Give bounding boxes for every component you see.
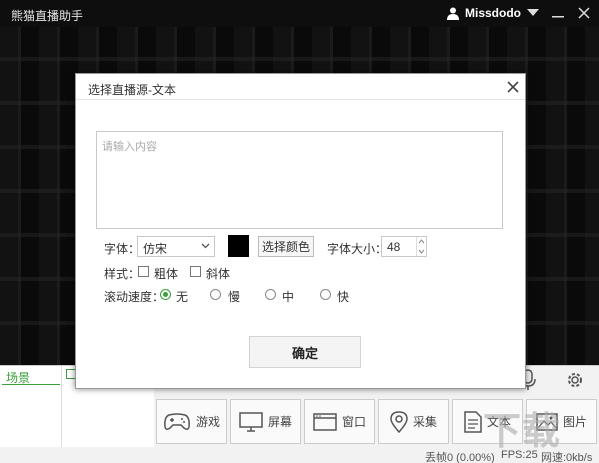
style-label: 样式： bbox=[104, 267, 141, 281]
source-capture-button[interactable]: 采集 bbox=[378, 399, 449, 444]
window-icon bbox=[313, 412, 337, 431]
user-name: Missdodo bbox=[465, 6, 521, 20]
speed-fast-label: 快 bbox=[337, 290, 350, 304]
dropdown-button[interactable] bbox=[525, 5, 541, 21]
source-window-button[interactable]: 窗口 bbox=[304, 399, 375, 444]
speed-medium-label: 中 bbox=[282, 290, 295, 304]
watermark: 下载 bbox=[483, 411, 562, 453]
scene-underline bbox=[2, 384, 60, 385]
bold-label: 粗体 bbox=[154, 267, 179, 281]
close-icon[interactable] bbox=[507, 81, 519, 93]
gear-icon[interactable] bbox=[565, 369, 585, 391]
speed-slow-radio[interactable] bbox=[210, 289, 221, 300]
italic-checkbox[interactable] bbox=[190, 266, 201, 277]
font-size-value: 48 bbox=[387, 240, 401, 254]
user-icon bbox=[447, 7, 459, 20]
gamepad-icon bbox=[164, 412, 190, 430]
close-button[interactable] bbox=[576, 5, 592, 21]
confirm-button[interactable]: 确定 bbox=[249, 336, 361, 368]
app-title: 熊猫直播助手 bbox=[11, 9, 84, 23]
stepper-arrows[interactable] bbox=[416, 237, 426, 256]
bold-checkbox[interactable] bbox=[138, 266, 149, 277]
stepper-up-icon[interactable] bbox=[417, 237, 426, 246]
font-size-label: 字体大小： bbox=[327, 242, 388, 256]
source-screen-label: 屏幕 bbox=[267, 415, 292, 429]
text-source-dialog: 选择直播源-文本 字体： 仿宋 选择颜色 字体大小： 48 样式： 粗体 斜体 … bbox=[75, 73, 526, 389]
minimize-button[interactable] bbox=[550, 5, 566, 21]
stepper-down-icon[interactable] bbox=[417, 247, 426, 256]
minimize-icon bbox=[552, 16, 564, 18]
font-size-stepper[interactable]: 48 bbox=[381, 236, 427, 257]
chevron-down-icon bbox=[201, 243, 210, 249]
speed-none-radio[interactable] bbox=[160, 289, 171, 300]
source-screen-button[interactable]: 屏幕 bbox=[230, 399, 301, 444]
speed-none-label: 无 bbox=[176, 290, 189, 304]
dialog-header: 选择直播源-文本 bbox=[76, 74, 525, 100]
monitor-icon bbox=[239, 411, 263, 432]
font-select[interactable]: 仿宋 bbox=[137, 236, 215, 257]
speed-medium-radio[interactable] bbox=[265, 289, 276, 300]
speed-slow-label: 慢 bbox=[228, 290, 241, 304]
title-bar: 熊猫直播助手 Missdodo bbox=[0, 0, 599, 27]
font-color-swatch[interactable] bbox=[228, 235, 249, 257]
scene-panel[interactable]: 场景 bbox=[0, 366, 62, 448]
choose-color-button[interactable]: 选择颜色 bbox=[258, 236, 314, 257]
document-icon bbox=[464, 410, 482, 433]
source-game-button[interactable]: 游戏 bbox=[156, 399, 227, 444]
text-content-input[interactable] bbox=[96, 131, 503, 229]
italic-label: 斜体 bbox=[206, 267, 231, 281]
speed-fast-radio[interactable] bbox=[320, 289, 331, 300]
font-select-value: 仿宋 bbox=[143, 242, 168, 256]
font-label: 字体： bbox=[104, 242, 141, 256]
scroll-speed-label: 滚动速度： bbox=[104, 290, 165, 304]
source-game-label: 游戏 bbox=[195, 415, 220, 429]
dialog-title: 选择直播源-文本 bbox=[88, 83, 176, 97]
chevron-down-icon bbox=[527, 9, 539, 16]
user-menu[interactable]: Missdodo bbox=[447, 6, 521, 20]
source-capture-label: 采集 bbox=[412, 415, 437, 429]
source-window-label: 窗口 bbox=[341, 415, 366, 429]
location-pin-icon bbox=[390, 410, 408, 433]
close-icon bbox=[578, 7, 590, 19]
